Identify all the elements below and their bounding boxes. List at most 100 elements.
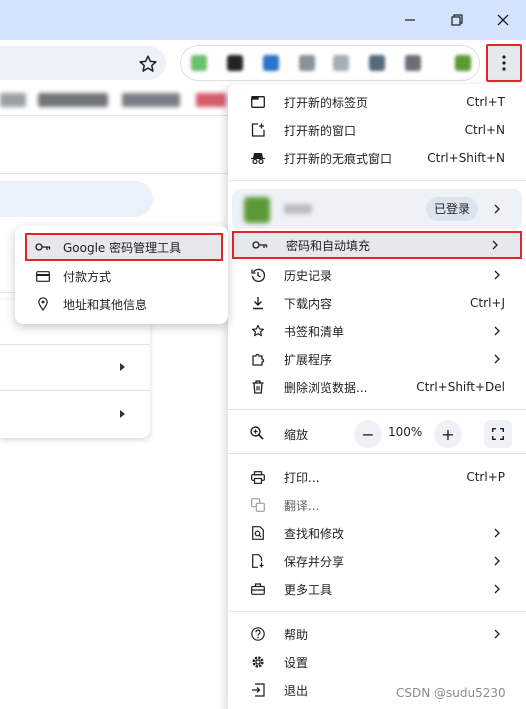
chevron-right-icon[interactable] — [120, 410, 125, 418]
zoom-level: 100% — [388, 425, 423, 439]
trash-icon — [250, 379, 266, 395]
page-search-box[interactable] — [0, 181, 153, 217]
extension-icon[interactable] — [263, 55, 279, 71]
extension-icon[interactable] — [369, 55, 385, 71]
submenu-item-payment-methods[interactable]: 付款方式 — [15, 262, 228, 290]
menu-item-find-edit[interactable]: 查找和修改 — [228, 519, 526, 547]
menu-item-settings[interactable]: 设置 — [228, 648, 526, 676]
chevron-right-icon — [494, 354, 500, 364]
key-icon — [252, 237, 268, 253]
submenu-item-addresses[interactable]: 地址和其他信息 — [15, 290, 228, 318]
menu-item-history[interactable]: 历史记录 — [228, 261, 526, 289]
chrome-menu-button[interactable] — [486, 44, 522, 82]
more-vert-icon — [502, 55, 506, 71]
chevron-right-icon — [494, 270, 500, 280]
help-icon — [250, 626, 266, 642]
menu-item-label: 扩展程序 — [284, 352, 333, 367]
submenu-item-google-password-manager[interactable]: Google 密码管理工具 — [25, 233, 223, 261]
download-icon — [250, 295, 266, 311]
menu-item-label: 密码和自动填充 — [286, 238, 371, 253]
profile-avatar-icon[interactable] — [455, 55, 471, 71]
menu-item-label: 退出 — [284, 683, 309, 698]
menu-item-bookmarks-lists[interactable]: 书签和清单 — [228, 317, 526, 345]
menu-item-label: 打开新的标签页 — [284, 95, 369, 110]
menu-item-more-tools[interactable]: 更多工具 — [228, 575, 526, 603]
menu-item-extensions[interactable]: 扩展程序 — [228, 345, 526, 373]
chevron-right-icon — [494, 584, 500, 594]
extension-icon[interactable] — [405, 55, 421, 71]
menu-item-label: 打开新的无痕式窗口 — [284, 151, 393, 166]
profile-row[interactable]: 已登录 — [228, 185, 526, 233]
extension-icon[interactable] — [333, 55, 349, 71]
menu-item-downloads[interactable]: 下载内容 Ctrl+J — [228, 289, 526, 317]
menu-item-print[interactable]: 打印... Ctrl+P — [228, 463, 526, 491]
shortcut-text: Ctrl+Shift+Del — [416, 380, 505, 394]
menu-item-label: 查找和修改 — [284, 526, 345, 541]
extension-icon[interactable] — [191, 55, 207, 71]
menu-item-translate[interactable]: 翻译... — [228, 491, 526, 519]
extension-icon — [250, 351, 266, 367]
shortcut-text: Ctrl+Shift+N — [427, 151, 505, 165]
menu-item-label: 设置 — [284, 655, 309, 670]
menu-item-new-tab[interactable]: 打开新的标签页 Ctrl+T — [228, 88, 526, 116]
history-icon — [250, 267, 266, 283]
menu-item-label: 下载内容 — [284, 296, 333, 311]
chevron-right-icon — [494, 528, 500, 538]
chevron-right-icon — [494, 204, 500, 214]
fullscreen-button[interactable] — [484, 420, 512, 448]
profile-name — [284, 204, 312, 214]
menu-item-passwords-autofill[interactable]: 密码和自动填充 — [232, 231, 522, 259]
menu-item-help[interactable]: 帮助 — [228, 620, 526, 648]
menu-item-new-window[interactable]: 打开新的窗口 Ctrl+N — [228, 116, 526, 144]
close-icon — [497, 14, 509, 26]
toolbox-icon — [250, 581, 266, 597]
save-share-icon — [250, 553, 266, 569]
settings-icon — [250, 654, 266, 670]
zoom-in-button[interactable]: + — [434, 420, 462, 448]
menu-item-label: 书签和清单 — [284, 324, 345, 339]
shortcut-text: Ctrl+T — [466, 95, 505, 109]
exit-icon — [250, 682, 266, 698]
chevron-right-icon[interactable] — [120, 363, 125, 371]
extensions-area — [180, 45, 480, 81]
minimize-button[interactable] — [396, 6, 424, 34]
chevron-right-icon — [492, 240, 498, 250]
find-icon — [250, 525, 266, 541]
menu-item-incognito[interactable]: 打开新的无痕式窗口 Ctrl+Shift+N — [228, 144, 526, 172]
bookmark-item[interactable] — [38, 93, 108, 107]
toolbar — [0, 40, 526, 84]
menu-item-save-share[interactable]: 保存并分享 — [228, 547, 526, 575]
menu-item-label: 历史记录 — [284, 268, 333, 283]
menu-item-clear-browsing-data[interactable]: 删除浏览数据... Ctrl+Shift+Del — [228, 373, 526, 401]
plus-icon: + — [441, 424, 455, 444]
zoom-label: 缩放 — [284, 428, 309, 442]
extension-icon[interactable] — [227, 55, 243, 71]
chevron-right-icon — [494, 326, 500, 336]
zoom-row: 缩放 − 100% + — [228, 416, 526, 452]
fullscreen-icon — [492, 428, 504, 440]
restore-button[interactable] — [443, 6, 471, 34]
menu-separator — [228, 453, 526, 454]
menu-item-label: 更多工具 — [284, 582, 333, 597]
menu-item-label: 删除浏览数据... — [284, 380, 368, 395]
submenu-item-label: 付款方式 — [63, 269, 112, 284]
bookmark-star-icon[interactable] — [137, 53, 159, 75]
bookmark-item[interactable] — [122, 93, 180, 107]
extension-icon[interactable] — [299, 55, 315, 71]
menu-separator — [228, 180, 526, 181]
location-pin-icon — [35, 296, 51, 312]
avatar — [244, 197, 270, 223]
menu-separator — [228, 409, 526, 410]
chevron-right-icon — [494, 556, 500, 566]
bookmark-item[interactable] — [0, 93, 26, 107]
close-window-button[interactable] — [489, 6, 517, 34]
restore-icon — [451, 14, 463, 26]
profile-row-background — [232, 189, 522, 229]
bookmark-item[interactable] — [196, 93, 226, 107]
menu-item-label: 打开新的窗口 — [284, 123, 357, 138]
menu-separator — [228, 611, 526, 612]
zoom-out-button[interactable]: − — [354, 420, 382, 448]
zoom-icon — [250, 426, 266, 442]
shortcut-text: Ctrl+P — [466, 470, 505, 484]
minimize-icon — [405, 19, 415, 21]
